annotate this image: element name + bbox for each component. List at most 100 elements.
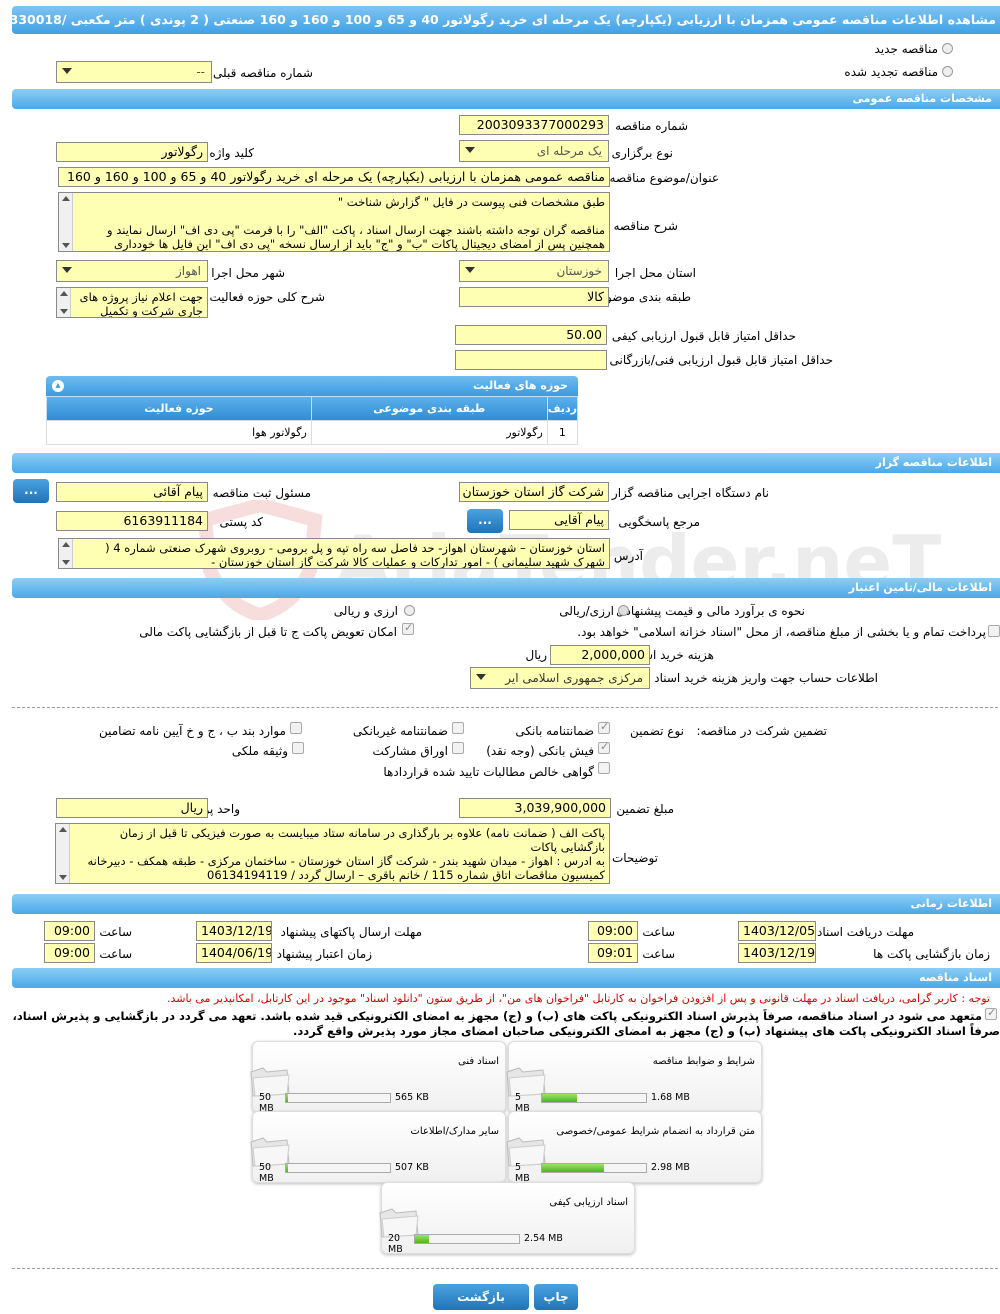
scrollbar[interactable] (57, 288, 71, 317)
checkbox-cash[interactable] (598, 740, 610, 754)
checkbox-swap[interactable] (402, 621, 414, 635)
chevron-down-icon (62, 267, 72, 273)
activity-table: ردیف طبقه بندی موضوعی حوزه فعالیت 1 رگول… (46, 396, 579, 445)
ref-field[interactable]: پیام آقایی (509, 510, 609, 530)
valid-date-field[interactable]: 1404/06/19 (196, 943, 272, 963)
file-max-size: 20 MB (388, 1233, 403, 1255)
open-date-field[interactable]: 1403/12/19 (738, 943, 816, 963)
file-card[interactable]: اسناد ارزیابی کیفی 20 MB 2.54 MB (379, 1182, 635, 1255)
org-field[interactable]: شرکت گاز استان خوزستان (459, 482, 609, 502)
label-province: استان محل اجرا (614, 266, 696, 280)
file-progress-bar (285, 1093, 391, 1103)
keyword-field[interactable]: رگولاتور (56, 142, 208, 162)
file-card[interactable]: متن قرارداد به انضمام شرایط عمومی/خصوصی 5… (506, 1111, 762, 1184)
label-swap: امکان تعویض پاکت ج تا قبل از بازگشایی پا… (139, 625, 397, 639)
checkbox-items[interactable] (290, 722, 302, 734)
type-select[interactable]: یک مرحله ای (459, 140, 609, 162)
activity-table-header: حوزه های فعالیت ▴ (46, 376, 578, 396)
file-card[interactable]: اسناد فنی 50 MB 565 KB (250, 1041, 506, 1114)
guarantee-amount-field[interactable]: 3,039,900,000 (459, 798, 611, 818)
label-treasury: پرداخت تمام و یا بخشی از مبلغ مناقصه، از… (577, 625, 986, 639)
valid-time-field[interactable]: 09:00 (44, 943, 95, 963)
cell-row: 1 (546, 420, 579, 445)
chevron-down-icon (476, 674, 486, 680)
postal-field[interactable]: 6163911184 (56, 511, 208, 531)
checkbox-nonbank-guarantee[interactable] (452, 722, 464, 734)
label-send: مهلت ارسال پاکتهای پیشنهاد (280, 925, 422, 939)
checkbox-receivables[interactable] (598, 762, 610, 774)
back-button[interactable]: بازگشت (433, 1284, 529, 1310)
label-type: نوع برگزاری (611, 146, 673, 160)
city-select[interactable]: اهواز (56, 260, 208, 282)
file-size: 1.68 MB (651, 1092, 690, 1103)
radio-renewed-tender[interactable] (942, 66, 953, 77)
scrollbar[interactable] (56, 824, 70, 883)
radio-fx[interactable] (404, 605, 415, 616)
activity-desc-textarea[interactable]: جهت اعلام نیاز پروژه های جاری شرکت و تکم… (56, 287, 208, 318)
label-nonbank-guarantee: ضمانتنامه غیربانکی (352, 724, 448, 738)
file-max-size: 50 MB (259, 1162, 274, 1184)
description-line (77, 209, 605, 223)
subject-field[interactable]: مناقصه عمومی همزمان با ارزیابی (یکپارچه)… (58, 167, 610, 187)
page-title: مشاهده اطلاعات مناقصه عمومی همزمان با ار… (12, 6, 1000, 34)
commit-line-2: صرفاً اسناد الکترونیکی پاکت های پیشنهاد … (293, 1024, 1000, 1038)
print-button[interactable]: چاپ (534, 1284, 578, 1310)
checkbox-treasury[interactable] (988, 625, 1000, 637)
notes-textarea[interactable]: پاکت الف ( ضمانت نامه) علاوه بر بارگذاری… (55, 823, 610, 884)
send-date-field[interactable]: 1403/12/19 (196, 921, 272, 941)
prev-tender-select[interactable]: -- (56, 61, 212, 83)
label-notes: توضیحات (611, 851, 658, 865)
section-docs: اسناد مناقصه (12, 968, 1000, 988)
label-receivables: گواهی خالص مطالبات تایید شده قراردادها (383, 765, 594, 779)
ref-lookup-button[interactable]: ... (467, 509, 503, 533)
label-min-quality: حداقل امتیاز قابل قبول ارزیابی کیفی (611, 329, 796, 343)
open-time-field[interactable]: 09:01 (588, 943, 638, 963)
description-line: طبق مشخصات فنی پیوست در فایل " گزارش شنا… (337, 195, 605, 209)
description-textarea[interactable]: طبق مشخصات فنی پیوست در فایل " گزارش شنا… (58, 192, 610, 252)
file-card[interactable]: سایر مدارک/اطلاعات 50 MB 507 KB (250, 1111, 506, 1184)
label-valid-time: ساعت (99, 947, 132, 961)
min-tech-field[interactable] (455, 350, 607, 370)
label-account: اطلاعات حساب جهت واریز هزینه خرید اسناد (654, 671, 878, 685)
radio-new-tender[interactable] (942, 43, 953, 54)
checkbox-bank-guarantee[interactable] (598, 720, 610, 734)
account-select[interactable]: مرکزی جمهوری اسلامی ایر (470, 667, 650, 689)
checkbox-commit[interactable] (985, 1006, 997, 1020)
radio-rial[interactable] (618, 605, 629, 616)
label-org: نام دستگاه اجرایی مناقصه گزار (611, 486, 769, 500)
purchase-fee-field[interactable]: 2,000,000 (550, 645, 650, 665)
label-responsible: مسئول ثبت مناقصه (212, 486, 311, 500)
collapse-icon[interactable]: ▴ (52, 380, 64, 392)
responsible-field[interactable]: پیام آقائی (56, 482, 208, 502)
notes-line: به ادرس : اهواز - میدان شهید بندر - شرکت… (87, 854, 606, 868)
label-bonds: اوراق مشارکت (372, 744, 448, 758)
send-time-field[interactable]: 09:00 (44, 921, 95, 941)
scrollbar[interactable] (59, 539, 73, 568)
file-max-size: 5 MB (515, 1162, 530, 1184)
address-textarea[interactable]: استان خوزستان – شهرستان اهواز- حد فاصل س… (58, 538, 610, 569)
file-progress-fill (415, 1235, 429, 1243)
file-size: 507 KB (395, 1162, 429, 1173)
file-progress-bar (414, 1234, 520, 1244)
receive-time-field[interactable]: 09:00 (588, 921, 638, 941)
scrollbar[interactable] (59, 193, 73, 251)
label-tender-number: شماره مناقصه (615, 119, 688, 133)
province-select[interactable]: خوزستان (459, 260, 609, 282)
receive-date-field[interactable]: 1403/12/05 (738, 921, 816, 941)
divider (12, 1268, 998, 1269)
table-row: 1 رگولاتور رگولاتور هوا (46, 420, 579, 445)
col-category: طبقه بندی موضوعی (310, 396, 548, 421)
file-name: اسناد فنی (458, 1056, 499, 1067)
checkbox-property[interactable] (292, 742, 304, 754)
label-keyword: کلید واژه (209, 146, 254, 160)
responsible-lookup-button[interactable]: ... (13, 479, 49, 503)
category-field[interactable]: کالا (459, 287, 609, 307)
label-fx: ارزی و ریالی (333, 604, 398, 618)
address-line: استان خوزستان – شهرستان اهواز- حد فاصل س… (105, 541, 605, 555)
min-quality-field[interactable]: 50.00 (455, 325, 607, 345)
file-card[interactable]: شرایط و ضوابط مناقصه 5 MB 1.68 MB (506, 1041, 762, 1114)
checkbox-bonds[interactable] (452, 742, 464, 754)
currency-field[interactable]: ریال (56, 798, 208, 818)
tender-number-field[interactable]: 2003093377000293 (459, 115, 609, 135)
file-progress-fill (286, 1164, 289, 1172)
